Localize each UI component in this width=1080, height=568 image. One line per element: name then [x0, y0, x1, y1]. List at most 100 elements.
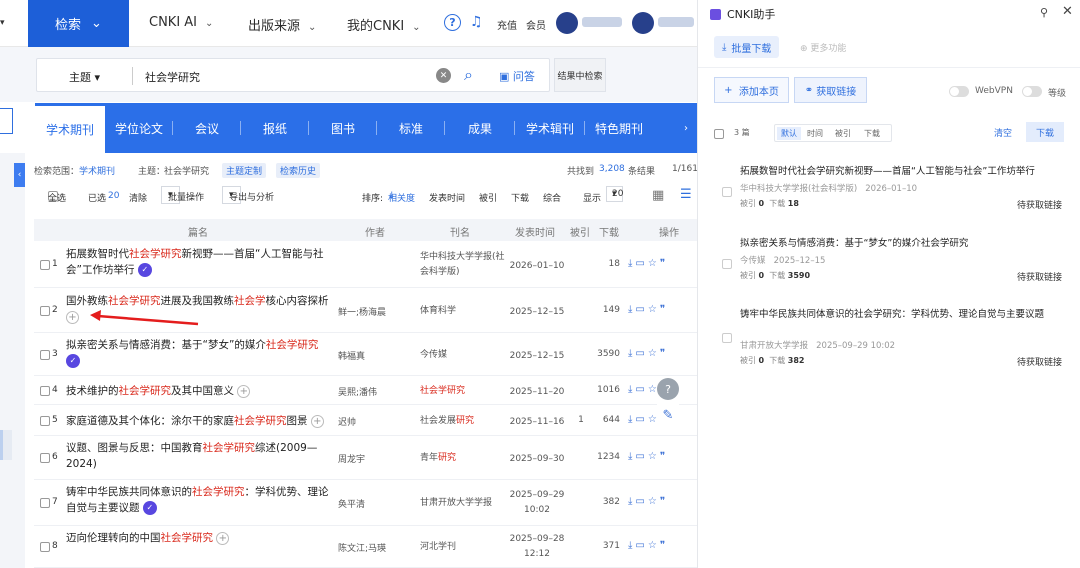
row-checkbox[interactable]	[40, 386, 50, 396]
add-plus-icon[interactable]: +	[66, 310, 79, 324]
tab-dissertations[interactable]: 学位论文	[105, 103, 173, 153]
collapse-sidebar-icon[interactable]: ‹	[14, 163, 25, 187]
read-icon[interactable]: ▭	[635, 496, 647, 507]
article-title-link[interactable]: 拓展数智时代社会学研究新视野——首届“人工智能与社会”工作坊举行 ✓	[66, 246, 334, 278]
pin-icon[interactable]: ⚲	[1040, 6, 1048, 19]
nav-my-cnki[interactable]: 我的CNKI ⌄	[347, 15, 421, 34]
author[interactable]: 迟帅	[338, 415, 408, 428]
list-view-icon[interactable]: ☰	[680, 187, 692, 202]
item-title[interactable]: 铸牢中华民族共同体意识的社会学研究：学科优势、理论自觉与主要议题	[740, 308, 1066, 322]
clear-icon[interactable]: ✕	[436, 68, 451, 83]
favorite-icon[interactable]: ☆	[648, 258, 660, 269]
article-title-link[interactable]: 拟亲密关系与情感消费：基于“梦女”的媒介社会学研究 ✓	[66, 337, 334, 369]
journal-name[interactable]: 体育科学	[420, 304, 510, 319]
journal-name[interactable]: 青年研究	[420, 451, 510, 466]
read-icon[interactable]: ▭	[635, 258, 647, 269]
clear-selection[interactable]: 清除	[129, 191, 147, 204]
get-link-button[interactable]: ⚭ 获取链接	[794, 77, 867, 103]
row-checkbox[interactable]	[40, 260, 50, 270]
favorite-icon[interactable]: ☆	[648, 451, 660, 462]
sort-time[interactable]: 时间	[807, 128, 823, 139]
tab-conferences[interactable]: 会议	[173, 103, 241, 153]
add-plus-icon[interactable]: +	[237, 384, 251, 398]
nav-cnki-ai[interactable]: CNKI AI ⌄	[149, 15, 213, 30]
quote-icon[interactable]: ❞	[660, 258, 668, 269]
item-checkbox[interactable]	[722, 333, 732, 343]
article-title-link[interactable]: 迈向伦理转向的中国社会学研究 +	[66, 530, 334, 546]
journal-name[interactable]: 华中科技大学学报(社会科学版)	[420, 250, 510, 280]
item-title[interactable]: 拓展数智时代社会学研究新视野——首届“人工智能与社会”工作坊举行	[740, 165, 1066, 179]
recharge-link[interactable]: 充值	[497, 17, 517, 32]
tab-newspapers[interactable]: 报纸	[241, 103, 309, 153]
search-icon[interactable]: ⌕	[464, 65, 473, 85]
avatar[interactable]	[632, 12, 654, 34]
row-checkbox[interactable]	[40, 498, 50, 508]
help-icon[interactable]: ?	[444, 14, 461, 31]
read-icon[interactable]: ▭	[635, 304, 647, 315]
row-checkbox[interactable]	[40, 542, 50, 552]
journal-name[interactable]: 社会学研究	[420, 384, 510, 399]
webvpn-toggle[interactable]	[949, 86, 969, 97]
article-title-link[interactable]: 铸牢中华民族共同体意识的社会学研究：学科优势、理论自觉与主要议题 ✓	[66, 484, 334, 516]
read-icon[interactable]: ▭	[635, 451, 647, 462]
quote-icon[interactable]: ❞	[660, 304, 668, 315]
topic-custom-button[interactable]: 主题定制	[222, 163, 267, 178]
notification-bell-icon[interactable]: ♫	[470, 14, 483, 30]
row-checkbox[interactable]	[40, 453, 50, 463]
tab-books[interactable]: 图书	[309, 103, 377, 153]
search-field-select[interactable]: 主题 ▾	[69, 69, 100, 85]
batch-operations-button[interactable]: 批量操作 ▾	[161, 186, 204, 204]
row-checkbox[interactable]	[40, 306, 50, 316]
sort-cite[interactable]: 被引	[479, 191, 497, 204]
tab-featured-journals[interactable]: 特色期刊	[585, 103, 653, 153]
scope-value[interactable]: 学术期刊	[79, 164, 115, 177]
tabs-scroll-icon[interactable]: ›	[675, 103, 697, 153]
read-icon[interactable]: ▭	[635, 348, 647, 359]
tab-academic-series[interactable]: 学术辑刊	[515, 103, 585, 153]
ask-button[interactable]: ▣ 问答	[499, 68, 535, 84]
add-plus-icon[interactable]: +	[216, 531, 230, 545]
author[interactable]: 韩福真	[338, 349, 408, 362]
read-icon[interactable]: ▭	[635, 384, 647, 395]
item-checkbox[interactable]	[722, 259, 732, 269]
tab-journals[interactable]: 学术期刊	[35, 103, 105, 153]
chevron-down-icon[interactable]: ▾	[0, 18, 5, 28]
author[interactable]: 吴熙;潘伟	[338, 385, 408, 398]
author[interactable]: 周龙宇	[338, 452, 408, 465]
tab-achievements[interactable]: 成果	[445, 103, 515, 153]
quote-icon[interactable]: ❞	[660, 348, 668, 359]
article-title-link[interactable]: 技术维护的社会学研究及其中国意义 +	[66, 383, 334, 399]
item-title[interactable]: 拟亲密关系与情感消费：基于“梦女”的媒介社会学研究	[740, 237, 1066, 251]
more-functions-button[interactable]: ⊕ 更多功能	[800, 41, 846, 54]
sort-download[interactable]: 下载	[511, 191, 529, 204]
item-status[interactable]: 待获取链接	[1017, 198, 1062, 211]
author[interactable]: 鲜一;杨海晨	[338, 305, 408, 318]
journal-name[interactable]: 社会发展研究	[420, 414, 510, 429]
feedback-icon[interactable]: ?	[657, 378, 679, 400]
search-in-results-button[interactable]: 结果中检索	[554, 58, 606, 92]
item-status[interactable]: 待获取链接	[1017, 355, 1062, 368]
search-menu-button[interactable]: 检索 ⌄	[28, 0, 129, 47]
checkbox[interactable]	[714, 129, 724, 139]
item-status[interactable]: 待获取链接	[1017, 270, 1062, 283]
row-checkbox[interactable]	[40, 350, 50, 360]
favorite-icon[interactable]: ☆	[648, 348, 660, 359]
favorite-icon[interactable]: ☆	[648, 304, 660, 315]
search-history-button[interactable]: 检索历史	[276, 163, 321, 178]
add-page-button[interactable]: + 添加本页	[714, 77, 789, 103]
sort-date[interactable]: 发表时间	[429, 191, 465, 204]
quote-icon[interactable]: ❞	[660, 496, 668, 507]
author[interactable]: 陈文江;马瑛	[338, 541, 408, 554]
nav-publication-source[interactable]: 出版来源 ⌄	[248, 15, 316, 34]
item-checkbox[interactable]	[722, 187, 732, 197]
read-icon[interactable]: ▭	[635, 414, 647, 425]
export-analysis-button[interactable]: 导出与分析 ▾	[222, 186, 274, 204]
favorite-icon[interactable]: ☆	[648, 496, 660, 507]
level-toggle[interactable]	[1022, 86, 1042, 97]
sort-overall[interactable]: 综合	[543, 191, 561, 204]
clear-list-button[interactable]: 清空	[994, 126, 1012, 139]
add-plus-icon[interactable]: +	[310, 414, 324, 428]
journal-name[interactable]: 今传媒	[420, 348, 510, 363]
grid-view-icon[interactable]: ▦	[652, 188, 664, 203]
page-size-select[interactable]: 20 ▾	[606, 186, 623, 202]
